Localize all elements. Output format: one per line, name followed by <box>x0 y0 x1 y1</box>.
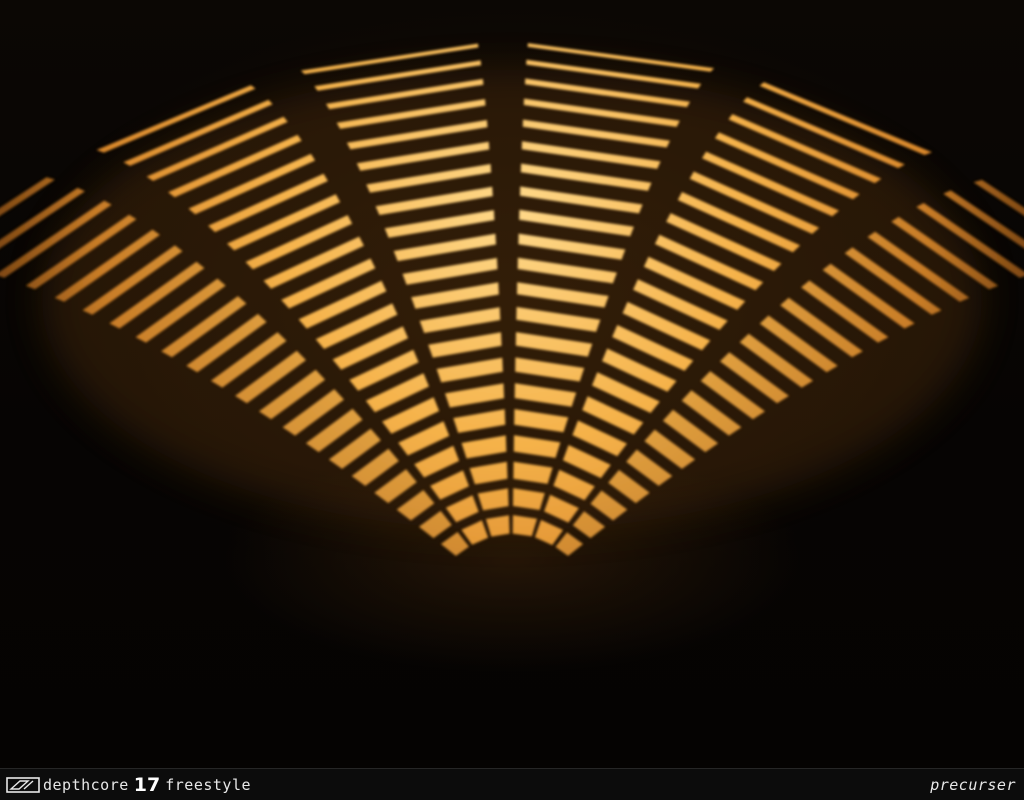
brand: depthcore 17 freestyle <box>6 775 251 795</box>
wallpaper-photo <box>0 0 1024 768</box>
depthcore-logo-icon <box>6 777 40 793</box>
brand-series: depthcore <box>43 776 129 794</box>
author-name: precurser <box>930 776 1016 794</box>
lamp-panel <box>440 532 469 556</box>
lamp-grid-illustration <box>0 43 1024 556</box>
lamp-panel <box>555 532 584 556</box>
lamp-panel <box>512 515 538 537</box>
brand-issue: 17 <box>133 774 161 796</box>
footer-bar: depthcore 17 freestyle precurser <box>0 768 1024 800</box>
brand-theme: freestyle <box>165 776 252 794</box>
